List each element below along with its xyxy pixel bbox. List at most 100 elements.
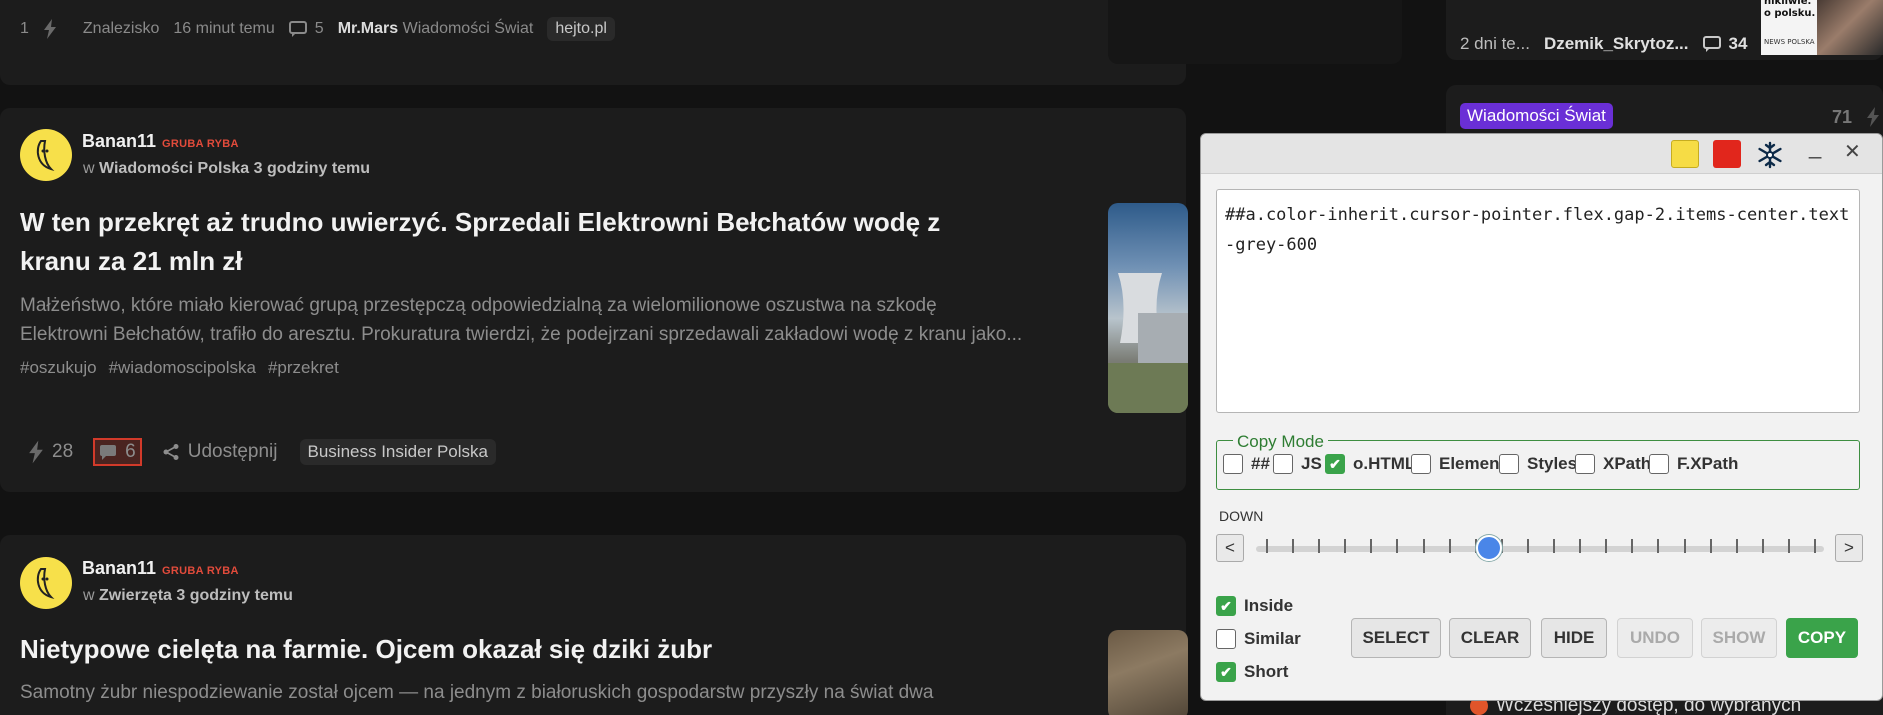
mode-hash[interactable]: ## — [1223, 454, 1270, 474]
slider-tick — [1370, 539, 1373, 553]
mode-fxpath[interactable]: F.XPath — [1649, 454, 1738, 474]
thumb-brand: NEWS POLSKA — [1764, 38, 1815, 46]
category-badge[interactable]: Wiadomości Świat — [1460, 103, 1613, 129]
post-title-line: Nietypowe cielęta na farmie. Ojcem okaza… — [20, 634, 713, 664]
thumb-photo — [1817, 0, 1883, 55]
share-button[interactable]: Udostępnij — [162, 441, 278, 463]
slider-tick — [1814, 539, 1816, 553]
depth-slider-track[interactable] — [1256, 546, 1824, 552]
prev-button[interactable]: < — [1216, 534, 1244, 562]
checkbox-checked[interactable]: ✔ — [1325, 454, 1345, 474]
username[interactable]: Banan11 — [82, 131, 156, 151]
clear-button[interactable]: CLEAR — [1449, 618, 1531, 658]
community-line: w Wiadomości Polska 3 godziny temu — [83, 160, 370, 178]
banana-avatar-icon — [36, 568, 55, 600]
color-swatch-red[interactable] — [1713, 140, 1741, 168]
option-label: Similar — [1244, 629, 1301, 648]
community-link[interactable]: Zwierzęta — [99, 587, 172, 604]
author-link[interactable]: Mr.Mars Wiadomości Świat — [338, 20, 534, 38]
source-pill[interactable]: hejto.pl — [547, 17, 615, 41]
mode-xpath[interactable]: XPath — [1575, 454, 1651, 474]
post-title-line: kranu za 21 mln zł — [20, 246, 243, 276]
checkbox[interactable] — [1273, 454, 1293, 474]
tag-link[interactable]: #wiadomoscipolska — [109, 358, 256, 378]
select-button[interactable]: SELECT — [1351, 618, 1441, 658]
copy-button[interactable]: COPY — [1786, 618, 1858, 658]
post-thumbnail[interactable] — [1108, 203, 1188, 413]
post-card-top — [0, 0, 1186, 85]
username-row: Banan11 GRUBA RYBA — [82, 558, 239, 579]
avatar[interactable] — [20, 129, 72, 181]
mode-ohtml[interactable]: ✔ o.HTML — [1325, 454, 1415, 474]
avatar[interactable] — [20, 557, 72, 609]
author-name: Mr.Mars — [337, 20, 399, 37]
checkbox[interactable] — [1216, 629, 1236, 649]
sidebar-vote[interactable]: 71 — [1832, 106, 1880, 128]
checkbox[interactable] — [1223, 454, 1243, 474]
minimize-button[interactable]: _ — [1809, 134, 1821, 160]
author-name[interactable]: Dzemik_Skrytoz... — [1544, 34, 1689, 54]
checkbox-checked[interactable]: ✔ — [1216, 662, 1236, 682]
post-title[interactable]: W ten przekręt aż trudno uwierzyć. Sprze… — [20, 203, 1080, 281]
mode-styles[interactable]: Styles — [1499, 454, 1577, 474]
comments-link[interactable]: 34 — [1702, 34, 1747, 54]
comments-link[interactable]: 6 — [93, 438, 142, 466]
close-button[interactable]: ✕ — [1844, 139, 1861, 164]
option-label: Inside — [1244, 596, 1294, 615]
post-title[interactable]: Nietypowe cielęta na farmie. Ojcem okaza… — [20, 630, 1080, 669]
selector-output-textarea[interactable]: ##a.color-inherit.cursor-pointer.flex.ga… — [1216, 189, 1860, 413]
category-name: Wiadomości Świat — [402, 20, 534, 37]
comment-icon — [100, 444, 117, 460]
checkbox[interactable] — [1411, 454, 1431, 474]
vote-count: 71 — [1832, 106, 1853, 127]
community-link[interactable]: Wiadomości Polska — [99, 160, 249, 177]
next-button[interactable]: > — [1835, 534, 1863, 562]
checkbox[interactable] — [1649, 454, 1669, 474]
copy-mode-legend: Copy Mode — [1233, 432, 1328, 452]
rank-badge: GRUBA RYBA — [162, 565, 239, 577]
post-card-top-thumb-area — [1108, 0, 1402, 64]
comments-link[interactable]: 5 — [288, 20, 324, 38]
option-inside[interactable]: ✔ Inside — [1216, 596, 1293, 616]
post-time: 3 godziny temu — [176, 587, 293, 604]
checkbox[interactable] — [1575, 454, 1595, 474]
sidebar-thumbnail[interactable]: nikliwie. o polsku. NEWS POLSKA — [1761, 0, 1883, 55]
source-pill[interactable]: Business Insider Polska — [299, 439, 496, 465]
slider-tick — [1761, 539, 1764, 553]
option-similar[interactable]: Similar — [1216, 629, 1301, 649]
slider-tick — [1709, 539, 1712, 553]
tag-link[interactable]: #oszukujo — [20, 358, 97, 378]
snowflake-icon[interactable] — [1756, 141, 1784, 169]
lightning-icon[interactable] — [43, 19, 57, 39]
hide-button[interactable]: HIDE — [1541, 618, 1607, 658]
option-short[interactable]: ✔ Short — [1216, 662, 1288, 682]
color-swatch-yellow[interactable] — [1671, 140, 1699, 168]
show-button[interactable]: SHOW — [1701, 618, 1777, 658]
slider-tick — [1735, 539, 1738, 553]
mode-js[interactable]: JS — [1273, 454, 1322, 474]
depth-slider-knob[interactable] — [1475, 535, 1502, 561]
comment-icon — [288, 20, 307, 37]
checkbox[interactable] — [1499, 454, 1519, 474]
undo-button[interactable]: UNDO — [1617, 618, 1693, 658]
tag-link[interactable]: #przekret — [268, 358, 339, 378]
post-actions: 28 6 Udostępnij Business Insider Polska — [28, 438, 496, 466]
vote-button[interactable]: 28 — [28, 440, 73, 464]
post-excerpt: Samotny żubr niespodziewanie został ojce… — [20, 678, 1090, 707]
post-time: 16 minut temu — [173, 20, 275, 37]
in-prefix: w — [83, 160, 95, 177]
vote-count: 28 — [52, 441, 74, 462]
post-time: 3 godziny temu — [253, 160, 371, 177]
slider-tick — [1292, 539, 1295, 553]
checkbox-checked[interactable]: ✔ — [1216, 596, 1236, 616]
mode-label: Styles — [1527, 454, 1578, 473]
post-thumbnail[interactable] — [1108, 630, 1188, 715]
username[interactable]: Banan11 — [82, 558, 156, 578]
mode-element[interactable]: Element — [1411, 454, 1505, 474]
share-label: Udostępnij — [187, 441, 278, 462]
slider-tick — [1318, 539, 1321, 553]
option-label: Short — [1244, 662, 1289, 681]
banana-avatar-icon — [36, 140, 55, 172]
mode-label: o.HTML — [1353, 454, 1416, 473]
sidebar-item-meta: 2 dni te... Dzemik_Skrytoz... 34 — [1460, 34, 1747, 54]
